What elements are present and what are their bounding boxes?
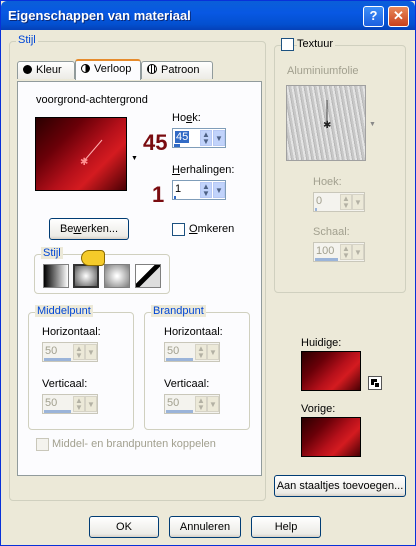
huidige-swatch bbox=[301, 351, 361, 391]
help-button[interactable]: Help bbox=[251, 516, 321, 538]
middelpunt-legend: Middelpunt bbox=[35, 305, 93, 317]
hoek-label: Hoek: bbox=[172, 112, 201, 124]
bp-verticaal-input[interactable]: 50 ▲ ▼ ▼ bbox=[164, 394, 220, 414]
rectangular-style-button[interactable] bbox=[73, 264, 99, 288]
gradient-angle-indicator[interactable]: ✱ bbox=[36, 118, 128, 192]
gradient-preview[interactable]: ✱ bbox=[35, 117, 127, 191]
chevron-down-icon[interactable]: ▼ bbox=[213, 130, 225, 146]
texture-preview[interactable]: ✱ bbox=[286, 85, 366, 161]
bp-verticaal-label: Verticaal: bbox=[164, 378, 210, 390]
huidige-label: Huidige: bbox=[301, 337, 342, 349]
vorige-label: Vorige: bbox=[301, 403, 336, 415]
textuur-schaal-label: Schaal: bbox=[313, 226, 350, 238]
mp-horizontaal-input[interactable]: 50 ▲ ▼ ▼ bbox=[42, 342, 98, 362]
textuur-schaal-input[interactable]: 100 ▲ ▼ ▼ bbox=[313, 242, 365, 262]
svg-text:✱: ✱ bbox=[323, 120, 331, 131]
swap-colors-icon[interactable] bbox=[368, 376, 382, 390]
spin-arrows-icon[interactable]: ▲ ▼ bbox=[200, 130, 212, 146]
stijl-legend: Stijl bbox=[16, 34, 38, 46]
texture-center-marker: ✱ bbox=[323, 100, 331, 131]
brandpunt-legend: Brandpunt bbox=[151, 305, 206, 317]
gradient-name: voorgrond-achtergrond bbox=[36, 94, 148, 106]
sunburst-style-button[interactable] bbox=[135, 264, 161, 288]
pattern-icon bbox=[147, 64, 157, 74]
herhalingen-label: Herhalingen: bbox=[172, 164, 235, 176]
vorige-swatch[interactable] bbox=[301, 417, 361, 457]
koppelen-checkbox[interactable] bbox=[36, 438, 49, 451]
hoek-annotation: 45 bbox=[143, 130, 168, 155]
close-icon[interactable]: ✕ bbox=[388, 6, 409, 27]
tab-strip: Kleur Verloop Patroon bbox=[17, 59, 262, 83]
textuur-hoek-label: Hoek: bbox=[313, 176, 342, 188]
texture-dropdown-arrow[interactable]: ▼ bbox=[369, 121, 376, 128]
herhalingen-input[interactable]: 1 ▲ ▼ ▼ bbox=[172, 180, 226, 200]
gradient-dropdown-arrow[interactable]: ▼ bbox=[131, 155, 138, 162]
dialog-window: Eigenschappen van materiaal ? ✕ Stijl Kl… bbox=[0, 0, 416, 546]
bp-horizontaal-label: Horizontaal: bbox=[164, 326, 223, 338]
linear-style-button[interactable] bbox=[43, 264, 69, 288]
tab-kleur[interactable]: Kleur bbox=[17, 61, 75, 79]
textuur-checkbox[interactable] bbox=[281, 38, 294, 51]
filled-circle-icon bbox=[23, 65, 32, 74]
hoek-input[interactable]: 45 ▲ ▼ ▼ bbox=[172, 128, 226, 148]
bewerken-button[interactable]: Bewerken... bbox=[49, 218, 129, 240]
verloop-panel: voorgrond-achtergrond ✱ ▼ 45 1 Hoek: 45 … bbox=[17, 81, 262, 476]
textuur-hoek-input[interactable]: 0 ▲ ▼ ▼ bbox=[313, 192, 365, 212]
koppelen-label: Middel- en brandpunten koppelen bbox=[52, 438, 216, 450]
tab-verloop[interactable]: Verloop bbox=[75, 59, 141, 80]
radial-style-button[interactable] bbox=[104, 264, 130, 288]
window-title: Eigenschappen van materiaal bbox=[8, 8, 191, 23]
texture-name: Aluminiumfolie bbox=[287, 65, 359, 77]
omkeren-label: Omkeren bbox=[189, 223, 235, 235]
mp-horizontaal-label: Horizontaal: bbox=[42, 326, 101, 338]
aan-staaltjes-toevoegen-button[interactable]: Aan staaltjes toevoegen... bbox=[274, 475, 406, 497]
mp-verticaal-input[interactable]: 50 ▲ ▼ ▼ bbox=[42, 394, 98, 414]
half-circle-icon bbox=[81, 64, 90, 73]
chevron-down-icon[interactable]: ▼ bbox=[213, 182, 225, 198]
mp-verticaal-label: Verticaal: bbox=[42, 378, 88, 390]
help-title-button[interactable]: ? bbox=[363, 6, 384, 27]
bp-horizontaal-input[interactable]: 50 ▲ ▼ ▼ bbox=[164, 342, 220, 362]
herhalingen-annotation: 1 bbox=[152, 182, 165, 207]
ok-button[interactable]: OK bbox=[89, 516, 159, 538]
stijl-sub-legend: Stijl bbox=[41, 247, 63, 259]
pointer-hand-icon bbox=[81, 250, 105, 266]
title-bar[interactable]: Eigenschappen van materiaal ? ✕ bbox=[1, 1, 415, 30]
svg-text:✱: ✱ bbox=[80, 157, 88, 168]
spin-arrows-icon[interactable]: ▲ ▼ bbox=[200, 182, 212, 198]
annuleren-button[interactable]: Annuleren bbox=[169, 516, 241, 538]
textuur-label: Textuur bbox=[297, 38, 336, 50]
omkeren-checkbox[interactable] bbox=[172, 223, 185, 236]
tab-patroon[interactable]: Patroon bbox=[141, 61, 213, 79]
